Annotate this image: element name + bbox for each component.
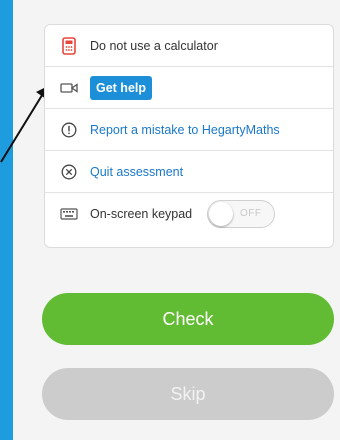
toggle-state-text: OFF — [240, 208, 262, 219]
quit-assessment-link[interactable]: Quit assessment — [90, 165, 183, 179]
toggle-knob — [209, 202, 233, 226]
calculator-note-text: Do not use a calculator — [90, 38, 218, 53]
calculator-note-row: Do not use a calculator — [45, 25, 333, 67]
no-calculator-icon — [60, 36, 78, 55]
quit-assessment-row[interactable]: Quit assessment — [45, 151, 333, 193]
get-help-row: Get help — [45, 67, 333, 109]
x-circle-icon — [60, 163, 78, 181]
video-camera-icon — [60, 79, 78, 97]
skip-button[interactable]: Skip — [42, 368, 334, 420]
get-help-button[interactable]: Get help — [90, 76, 153, 100]
keypad-row: On-screen keypad OFF — [45, 193, 333, 235]
keypad-toggle[interactable]: OFF — [207, 200, 275, 228]
report-mistake-row[interactable]: Report a mistake to HegartyMaths — [45, 109, 333, 151]
exclamation-circle-icon — [60, 121, 78, 139]
report-mistake-link[interactable]: Report a mistake to HegartyMaths — [90, 123, 280, 137]
keypad-label: On-screen keypad — [90, 207, 193, 221]
assessment-options-card: Do not use a calculator Get help Report … — [44, 24, 334, 248]
background-strip — [0, 382, 13, 440]
keyboard-icon — [60, 205, 78, 223]
check-button[interactable]: Check — [42, 293, 334, 345]
